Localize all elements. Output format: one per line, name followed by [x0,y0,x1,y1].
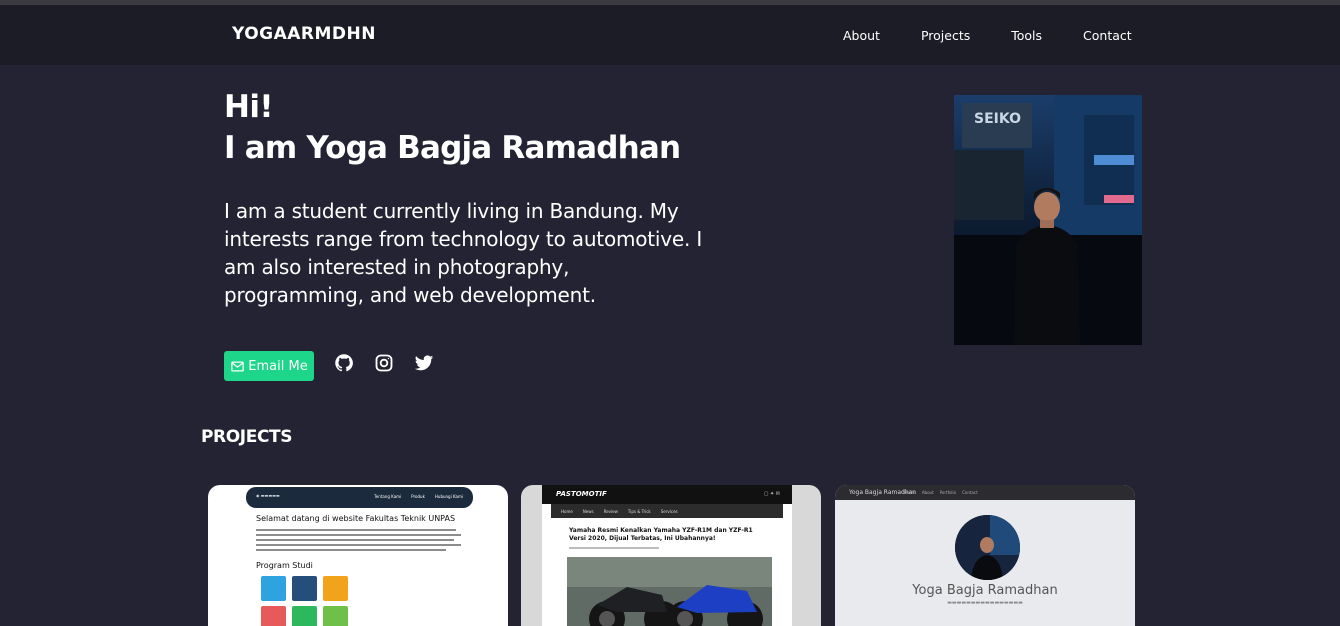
card1-heading: Selamat datang di website Fakultas Tekni… [256,514,456,523]
card1-navbar: ◉ ▬▬▬▬▬ Tentang Kami Produk Hubungi Kami [246,487,473,508]
mail-icon [231,361,245,371]
card1-nav-link: Tentang Kami [374,494,402,499]
photo-sign: SEIKO [974,111,1021,127]
card2-menu-item: Home [561,509,573,514]
card1-logo-icon: ◉ ▬▬▬▬▬ [256,493,280,498]
site-brand[interactable]: YOGAARMDHN [232,24,376,44]
card3-nav-link: Contact [962,490,978,495]
email-me-label: Email Me [248,358,308,374]
card3-name: Yoga Bagja Ramadhan [912,583,1058,598]
card3-nav-link: Home [904,490,916,495]
card1-nav-link: Produk [411,494,425,499]
card3-nav-link: About [921,490,934,495]
card3-nav-link: Portfolio [939,490,957,495]
card3-nav-links: Home About Portfolio Contact [904,490,978,495]
card1-subheading: Program Studi [256,561,313,570]
hero-greeting: Hi! [224,89,274,125]
nav-link-about[interactable]: About [843,28,880,43]
nav-links: About Projects Tools Contact [843,28,1132,43]
hero-bio: I am a student currently living in Bandu… [224,199,703,307]
instagram-icon[interactable] [373,352,395,374]
card2-menu-item: Services [660,509,678,514]
nav-link-tools[interactable]: Tools [1011,28,1042,43]
card2-social-icons: ▢ ✦ ✉ [763,491,780,497]
projects-section-title: PROJECTS [201,427,293,447]
card3-subtitle: ▬▬▬▬▬▬▬▬▬▬▬▬▬▬▬▬ [947,600,1023,606]
card2-headline: Yamaha Resmi Kenalkan Yamaha YZF-R1M dan… [569,527,753,542]
chip-icon [292,576,317,601]
card2-header: PASTOMOTIF ▢ ✦ ✉ [542,485,792,504]
card2-page: PASTOMOTIF ▢ ✦ ✉ Home News Review Tips &… [542,485,792,626]
nav-link-projects[interactable]: Projects [921,28,970,43]
card2-motorcycle-image [567,557,772,626]
card1-paragraph [256,529,461,554]
card3-navbar: Yoga Bagja Ramadhan Home About Portfolio… [835,485,1135,500]
nav-link-contact[interactable]: Contact [1083,28,1132,43]
twitter-icon[interactable] [413,352,435,374]
lab-icon [261,576,286,601]
card1-nav-links: Tentang Kami Produk Hubungi Kami [374,494,463,499]
project-card-unpas[interactable]: ◉ ▬▬▬▬▬ Tentang Kami Produk Hubungi Kami… [208,485,508,626]
github-icon[interactable] [333,352,355,374]
card2-meta [569,547,659,549]
card2-menu-item: Tips & Trick [627,509,651,514]
project-card-portfolio[interactable]: Yoga Bagja Ramadhan Home About Portfolio… [835,485,1135,626]
screen-icon [292,606,317,626]
card2-menu: Home News Review Tips & Trick Services [551,504,783,518]
project-card-pastomotif[interactable]: PASTOMOTIF ▢ ✦ ✉ Home News Review Tips &… [521,485,821,626]
card3-avatar [955,515,1020,580]
card1-nav-link: Hubungi Kami [434,494,463,499]
plant-icon [323,606,348,626]
profile-photo: SEIKO [954,95,1142,345]
card2-menu-item: Review [603,509,618,514]
hero-name: I am Yoga Bagja Ramadhan [224,130,681,166]
email-me-button[interactable]: Email Me [224,351,314,381]
navbar: YOGAARMDHN About Projects Tools Contact [0,5,1340,65]
card2-menu-item: News [582,509,594,514]
card2-logo: PASTOMOTIF [556,490,607,498]
factory-icon [323,576,348,601]
map-icon [261,606,286,626]
